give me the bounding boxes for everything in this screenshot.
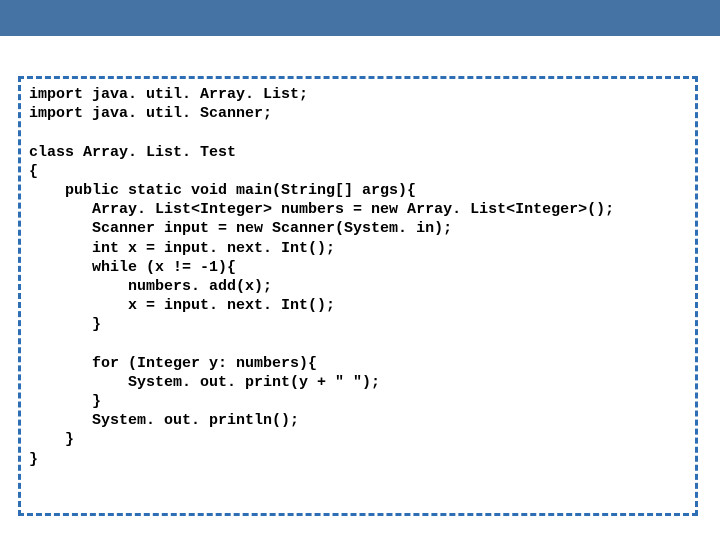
- code-block: import java. util. Array. List; import j…: [29, 85, 687, 469]
- code-box: import java. util. Array. List; import j…: [18, 76, 698, 516]
- title-bar: [0, 0, 720, 36]
- slide: import java. util. Array. List; import j…: [0, 0, 720, 540]
